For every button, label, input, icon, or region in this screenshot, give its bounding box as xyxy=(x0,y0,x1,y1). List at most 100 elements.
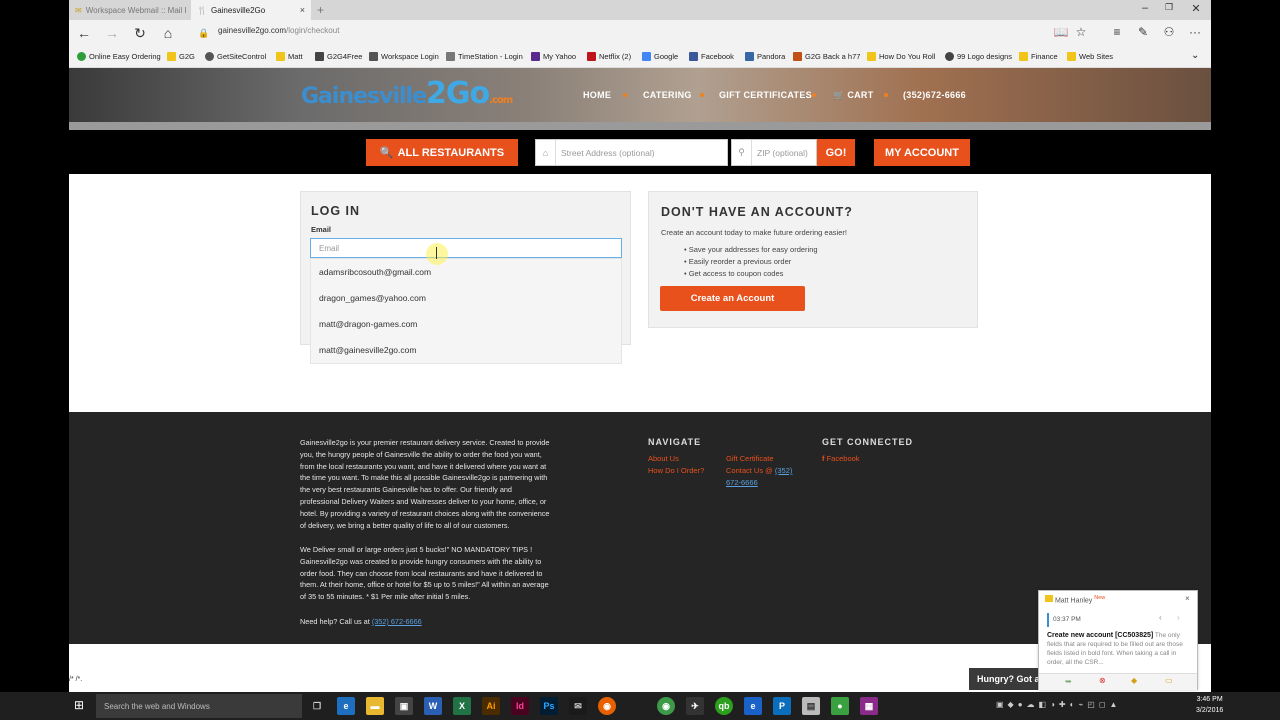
fav-web-sites[interactable]: Web Sites xyxy=(1067,52,1113,61)
fav-finance[interactable]: Finance xyxy=(1019,52,1058,61)
my-account-button[interactable]: MY ACCOUNT xyxy=(874,139,970,166)
chrome-icon[interactable]: ◉ xyxy=(657,697,675,715)
home-icon[interactable]: ⌂ xyxy=(159,24,177,42)
menu-separator xyxy=(812,93,816,97)
pandora-icon xyxy=(745,52,754,61)
all-restaurants-button[interactable]: 🔍 ALL RESTAURANTS xyxy=(366,139,518,166)
store-icon[interactable]: ▣ xyxy=(395,697,413,715)
fav-facebook[interactable]: Facebook xyxy=(689,52,734,61)
minimize-button[interactable]: – xyxy=(1137,2,1153,14)
internet-explorer-icon[interactable]: e xyxy=(744,697,762,715)
fav-timestation[interactable]: TimeStation - Login xyxy=(446,52,523,61)
site-icon xyxy=(77,52,86,61)
refresh-icon[interactable]: ↻ xyxy=(131,24,149,42)
menu-catering[interactable]: CATERING xyxy=(643,90,692,100)
fav-getsitecontrol[interactable]: GetSiteControl xyxy=(205,52,266,61)
email-input[interactable]: Email xyxy=(310,238,622,258)
site-logo[interactable]: Gainesville2Go.com xyxy=(301,76,513,111)
word-icon[interactable]: W xyxy=(424,697,442,715)
contact-phone-link[interactable]: 672-6666 xyxy=(726,477,758,489)
footer-link-contact-us[interactable]: Contact Us @ (352) xyxy=(726,465,792,477)
autocomplete-item[interactable]: matt@dragon-games.com xyxy=(319,319,417,329)
notepad-icon[interactable]: ▤ xyxy=(802,697,820,715)
menu-cart[interactable]: 🛒 CART xyxy=(833,90,874,101)
street-address-input[interactable]: ⌂ Street Address (optional) xyxy=(535,139,728,166)
back-arrow-icon[interactable]: ← xyxy=(75,24,93,42)
excel-icon[interactable]: X xyxy=(453,697,471,715)
fav-99-logo-designs[interactable]: 99 Logo designs xyxy=(945,52,1012,61)
fav-g2g[interactable]: G2G xyxy=(167,52,195,61)
close-window-button[interactable]: ✕ xyxy=(1188,2,1204,15)
tab-gainesville2go[interactable]: 🍴 Gainesville2Go × xyxy=(191,0,311,20)
app-icon[interactable]: ▦ xyxy=(860,697,878,715)
share-icon[interactable]: ⚇ xyxy=(1161,25,1177,39)
chevron-right-icon[interactable]: › xyxy=(1177,613,1180,622)
app-icon[interactable]: ✉ xyxy=(569,697,587,715)
folder-icon[interactable]: ▭ xyxy=(1165,676,1173,685)
folder-icon xyxy=(276,52,285,61)
file-explorer-icon[interactable]: ▬ xyxy=(366,697,384,715)
fav-how-do-you-roll[interactable]: How Do You Roll xyxy=(867,52,935,61)
windows-start-icon[interactable]: ⊞ xyxy=(74,698,84,712)
fav-my-yahoo[interactable]: My Yahoo xyxy=(531,52,576,61)
hub-icon[interactable]: ≡ xyxy=(1109,25,1125,39)
publisher-icon[interactable]: P xyxy=(773,697,791,715)
fav-netflix[interactable]: Netflix (2) xyxy=(587,52,631,61)
dismiss-icon[interactable]: ⊗ xyxy=(1099,676,1106,685)
footer-link-facebook[interactable]: f Facebook xyxy=(822,453,860,465)
help-phone-link[interactable]: (352) 672-6666 xyxy=(372,617,422,626)
web-note-icon[interactable]: ✎ xyxy=(1135,25,1151,39)
signup-bullet: • Save your addresses for easy ordering xyxy=(684,245,818,254)
create-account-button[interactable]: Create an Account xyxy=(660,286,805,311)
taskbar-clock[interactable]: 3:46 PM 3/2/2016 xyxy=(1196,694,1223,716)
fav-pandora[interactable]: Pandora xyxy=(745,52,785,61)
photoshop-icon[interactable]: Ps xyxy=(540,697,558,715)
app-icon[interactable]: ● xyxy=(831,697,849,715)
app-icon[interactable]: ✈ xyxy=(686,697,704,715)
footer-help-text: Need help? Call us at (352) 672-6666 xyxy=(300,617,422,626)
close-icon[interactable]: × xyxy=(1185,594,1190,603)
menu-phone[interactable]: (352)672-6666 xyxy=(903,90,966,100)
illustrator-icon[interactable]: Ai xyxy=(482,697,500,715)
footer-link-gift-certificate[interactable]: Gift Certificate xyxy=(726,453,774,465)
netflix-icon xyxy=(587,52,596,61)
favorite-star-icon[interactable]: ☆ xyxy=(1073,25,1089,39)
more-icon[interactable]: ··· xyxy=(1187,25,1203,39)
fav-workspace-login[interactable]: Workspace Login xyxy=(369,52,439,61)
go-button[interactable]: GO! xyxy=(817,139,855,166)
zip-input[interactable]: ⚲ ZIP (optional) xyxy=(731,139,817,166)
login-title: LOG IN xyxy=(311,204,361,218)
chat-widget-tab[interactable]: Hungry? Got a xyxy=(969,668,1039,690)
url-field[interactable]: gainesville2go.com/login/checkout xyxy=(218,26,339,35)
taskbar-search-input[interactable]: Search the web and Windows xyxy=(96,694,302,718)
footer-link-about-us[interactable]: About Us xyxy=(648,453,679,465)
tag-icon[interactable]: ◆ xyxy=(1131,676,1137,685)
fav-online-easy-ordering[interactable]: Online Easy Ordering xyxy=(77,52,161,61)
indesign-icon[interactable]: Id xyxy=(511,697,529,715)
chevron-down-icon[interactable]: ⌄ xyxy=(1191,50,1199,61)
fav-matt[interactable]: Matt xyxy=(276,52,303,61)
firefox-icon[interactable]: ◉ xyxy=(598,697,616,715)
task-view-icon[interactable]: ❐ xyxy=(308,697,326,715)
reading-view-icon[interactable]: 📖 xyxy=(1053,25,1069,39)
system-tray-icons[interactable]: ▣◆●☁◧◑✚◐⌁◰◻▲ xyxy=(996,700,1121,709)
chevron-left-icon[interactable]: ‹ xyxy=(1159,613,1162,622)
new-tab-button[interactable]: + xyxy=(311,0,331,20)
menu-home[interactable]: HOME xyxy=(583,90,611,100)
autocomplete-item[interactable]: adamsribcosouth@gmail.com xyxy=(319,267,431,277)
site-header: Gainesville2Go.com HOME CATERING GIFT CE… xyxy=(69,68,1211,122)
fav-g2g4free[interactable]: G2G4Free xyxy=(315,52,362,61)
quickbooks-icon[interactable]: qb xyxy=(715,697,733,715)
forward-arrow-icon[interactable]: → xyxy=(103,24,121,42)
reply-icon[interactable]: ➥ xyxy=(1065,677,1072,686)
restore-button[interactable]: ❐ xyxy=(1161,2,1177,13)
footer-link-how-do-i-order[interactable]: How Do I Order? xyxy=(648,465,704,477)
fav-g2g-back[interactable]: G2G Back a h77 xyxy=(793,52,860,61)
autocomplete-item[interactable]: matt@gainesville2go.com xyxy=(319,345,416,355)
fav-google[interactable]: Google xyxy=(642,52,678,61)
edge-icon[interactable]: e xyxy=(337,697,355,715)
autocomplete-item[interactable]: dragon_games@yahoo.com xyxy=(319,293,426,303)
close-tab-button[interactable]: × xyxy=(300,5,305,15)
tab-webmail[interactable]: ✉ Workspace Webmail :: Mail I xyxy=(69,0,189,20)
menu-gift-certificates[interactable]: GIFT CERTIFICATES xyxy=(719,90,812,100)
